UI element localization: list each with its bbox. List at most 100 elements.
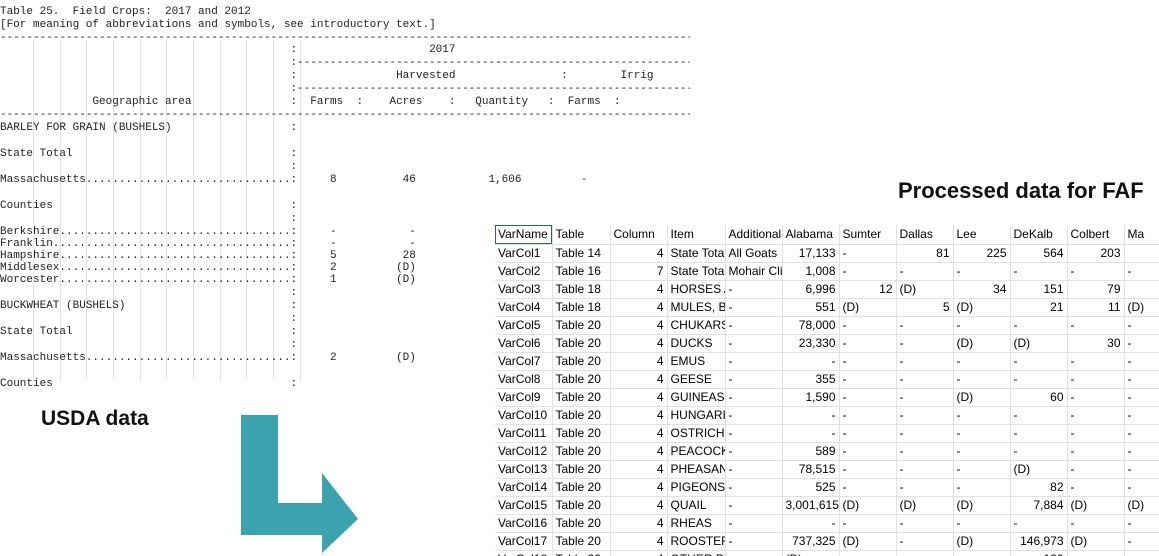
table-cell[interactable]: RHEAS (667, 514, 726, 533)
table-cell[interactable]: (D) (1124, 298, 1159, 317)
table-cell[interactable]: - (953, 460, 1011, 479)
table-cell[interactable]: - (1067, 460, 1125, 479)
table-cell[interactable]: Mohair Cli (725, 262, 783, 281)
table-cell[interactable]: 79 (1067, 280, 1125, 299)
table-cell[interactable]: 23,330 (782, 334, 840, 353)
table-cell[interactable]: 4 (610, 298, 668, 317)
table-cell[interactable]: - (1124, 388, 1159, 407)
table-cell[interactable]: PIGEONS ( (667, 478, 726, 497)
table-cell[interactable]: - (839, 550, 897, 556)
table-cell[interactable]: - (1124, 406, 1159, 425)
table-cell[interactable]: - (839, 370, 897, 389)
table-cell[interactable]: 4 (610, 244, 668, 263)
table-cell[interactable]: - (782, 514, 840, 533)
table-cell[interactable]: Table 14 (552, 244, 611, 263)
table-cell[interactable]: - (1010, 352, 1068, 371)
table-cell[interactable]: 6,996 (782, 280, 840, 299)
table-cell[interactable]: 3,001,615 (782, 496, 840, 515)
column-header[interactable]: Dallas (896, 225, 954, 245)
table-cell[interactable]: - (839, 334, 897, 353)
table-cell[interactable]: - (896, 514, 954, 533)
table-cell[interactable]: VarCol5 (495, 316, 553, 335)
table-cell[interactable]: - (725, 442, 783, 461)
table-cell[interactable]: - (953, 424, 1011, 443)
table-cell[interactable]: VarCol11 (495, 424, 553, 443)
column-header[interactable]: Item (667, 225, 726, 245)
table-cell[interactable]: Table 20 (552, 460, 611, 479)
table-cell[interactable]: (D) (1067, 496, 1125, 515)
table-cell[interactable]: Table 18 (552, 298, 611, 317)
table-cell[interactable]: - (896, 442, 954, 461)
table-cell[interactable]: - (725, 550, 783, 556)
table-cell[interactable]: - (896, 532, 954, 551)
table-cell[interactable]: VarCol4 (495, 298, 553, 317)
table-cell[interactable]: 737,325 (782, 532, 840, 551)
table-cell[interactable]: - (782, 352, 840, 371)
table-cell[interactable] (1124, 280, 1159, 299)
table-cell[interactable]: - (953, 442, 1011, 461)
table-cell[interactable]: - (1010, 316, 1068, 335)
table-cell[interactable]: - (1124, 550, 1159, 556)
column-header[interactable]: Alabama (782, 225, 840, 245)
table-cell[interactable]: 4 (610, 334, 668, 353)
table-cell[interactable]: (D) (896, 280, 954, 299)
table-cell[interactable]: - (896, 424, 954, 443)
table-cell[interactable]: VarCol6 (495, 334, 553, 353)
table-cell[interactable]: Table 20 (552, 550, 611, 556)
table-cell[interactable] (1124, 244, 1159, 263)
table-cell[interactable]: - (953, 370, 1011, 389)
table-cell[interactable]: - (725, 406, 783, 425)
table-cell[interactable]: Table 20 (552, 496, 611, 515)
table-cell[interactable]: - (725, 460, 783, 479)
table-cell[interactable]: GUINEAS (667, 388, 726, 407)
table-cell[interactable]: - (725, 496, 783, 515)
table-cell[interactable]: - (1067, 442, 1125, 461)
table-cell[interactable]: - (1010, 406, 1068, 425)
table-cell[interactable]: 151 (1010, 280, 1068, 299)
table-cell[interactable]: - (1124, 514, 1159, 533)
table-cell[interactable]: QUAIL (667, 496, 726, 515)
table-cell[interactable]: - (1124, 370, 1159, 389)
table-cell[interactable]: - (1010, 442, 1068, 461)
table-cell[interactable]: GEESE (667, 370, 726, 389)
table-cell[interactable]: - (953, 478, 1011, 497)
table-cell[interactable]: - (1010, 262, 1068, 281)
table-cell[interactable]: Table 18 (552, 280, 611, 299)
table-cell[interactable]: State Tota (667, 262, 726, 281)
table-cell[interactable]: - (839, 406, 897, 425)
table-cell[interactable]: 4 (610, 388, 668, 407)
table-cell[interactable]: 203 (1067, 244, 1125, 263)
table-cell[interactable]: (D) (953, 334, 1011, 353)
table-cell[interactable]: HUNGARIA (667, 406, 726, 425)
table-cell[interactable]: - (896, 352, 954, 371)
column-header[interactable]: Colbert (1067, 225, 1125, 245)
table-cell[interactable]: 4 (610, 424, 668, 443)
table-cell[interactable]: 4 (610, 316, 668, 335)
table-cell[interactable]: Table 20 (552, 370, 611, 389)
table-cell[interactable]: ROOSTERS (667, 532, 726, 551)
table-cell[interactable]: 4 (610, 478, 668, 497)
table-cell[interactable]: VarCol12 (495, 442, 553, 461)
table-cell[interactable]: (D) (1010, 460, 1068, 479)
table-cell[interactable]: - (1124, 442, 1159, 461)
table-cell[interactable]: State Tota (667, 244, 726, 263)
table-cell[interactable]: - (896, 406, 954, 425)
table-cell[interactable]: - (725, 388, 783, 407)
table-cell[interactable]: VarCol13 (495, 460, 553, 479)
table-cell[interactable]: Table 20 (552, 334, 611, 353)
table-cell[interactable]: - (725, 424, 783, 443)
table-cell[interactable]: VarCol15 (495, 496, 553, 515)
table-cell[interactable]: 4 (610, 370, 668, 389)
table-cell[interactable]: - (725, 532, 783, 551)
table-cell[interactable]: 21 (1010, 298, 1068, 317)
table-cell[interactable]: 225 (953, 244, 1011, 263)
table-cell[interactable]: - (725, 514, 783, 533)
table-cell[interactable]: - (896, 460, 954, 479)
table-cell[interactable]: HORSES A (667, 280, 726, 299)
table-cell[interactable]: - (1124, 316, 1159, 335)
table-cell[interactable]: OSTRICHE (667, 424, 726, 443)
table-cell[interactable]: Table 20 (552, 352, 611, 371)
table-cell[interactable]: 11 (1067, 298, 1125, 317)
table-cell[interactable]: (D) (1067, 532, 1125, 551)
table-cell[interactable]: VarCol8 (495, 370, 553, 389)
